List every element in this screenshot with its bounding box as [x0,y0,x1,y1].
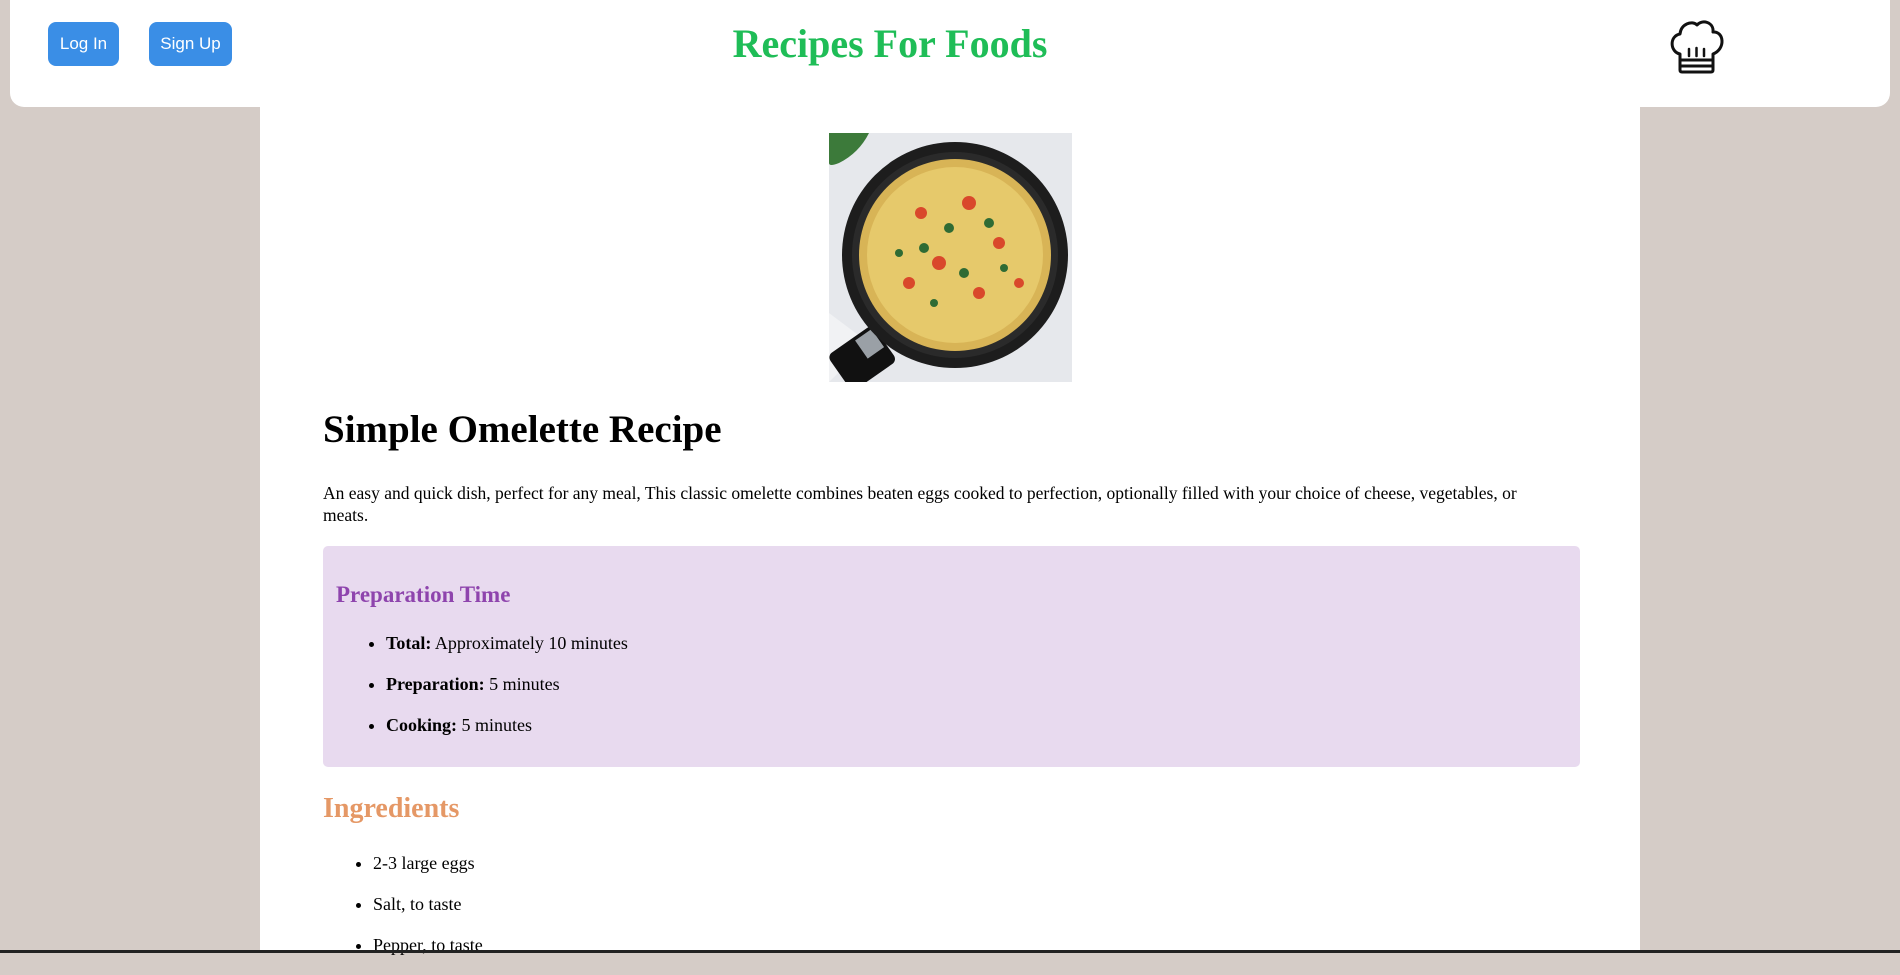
top-navigation-bar: Log In Sign Up Recipes For Foods [10,0,1890,107]
preparation-time-list: Total: Approximately 10 minutes Preparat… [336,632,628,755]
prep-item-label: Preparation: [386,674,485,694]
list-item: Pepper, to taste [373,934,483,975]
omelette-image [829,133,1072,382]
ingredients-list: 2-3 large eggs Salt, to taste Pepper, to… [323,852,483,975]
list-item: Total: Approximately 10 minutes [386,632,628,673]
prep-item-label: Total: [386,633,432,653]
site-title: Recipes For Foods [732,21,1048,66]
recipe-title: Simple Omelette Recipe [323,408,722,451]
list-item: 2-3 large eggs [373,852,483,893]
list-item: Salt, to taste [373,893,483,934]
list-item: Preparation: 5 minutes [386,673,628,714]
prep-item-value: 5 minutes [484,674,560,694]
prep-item-label: Cooking: [386,715,458,735]
recipe-description: An easy and quick dish, perfect for any … [323,483,1517,525]
list-item: Cooking: 5 minutes [386,714,628,755]
prep-item-value: 5 minutes [457,715,533,735]
chef-hat-icon[interactable] [1666,16,1726,76]
preparation-time-box: Preparation Time Total: Approximately 10… [323,546,1580,767]
recipe-hero-image [829,133,1072,382]
preparation-time-heading: Preparation Time [336,582,511,607]
ingredients-heading: Ingredients [323,793,460,824]
main-content: Simple Omelette Recipe An easy and quick… [260,0,1640,955]
prep-item-value: Approximately 10 minutes [431,633,628,653]
